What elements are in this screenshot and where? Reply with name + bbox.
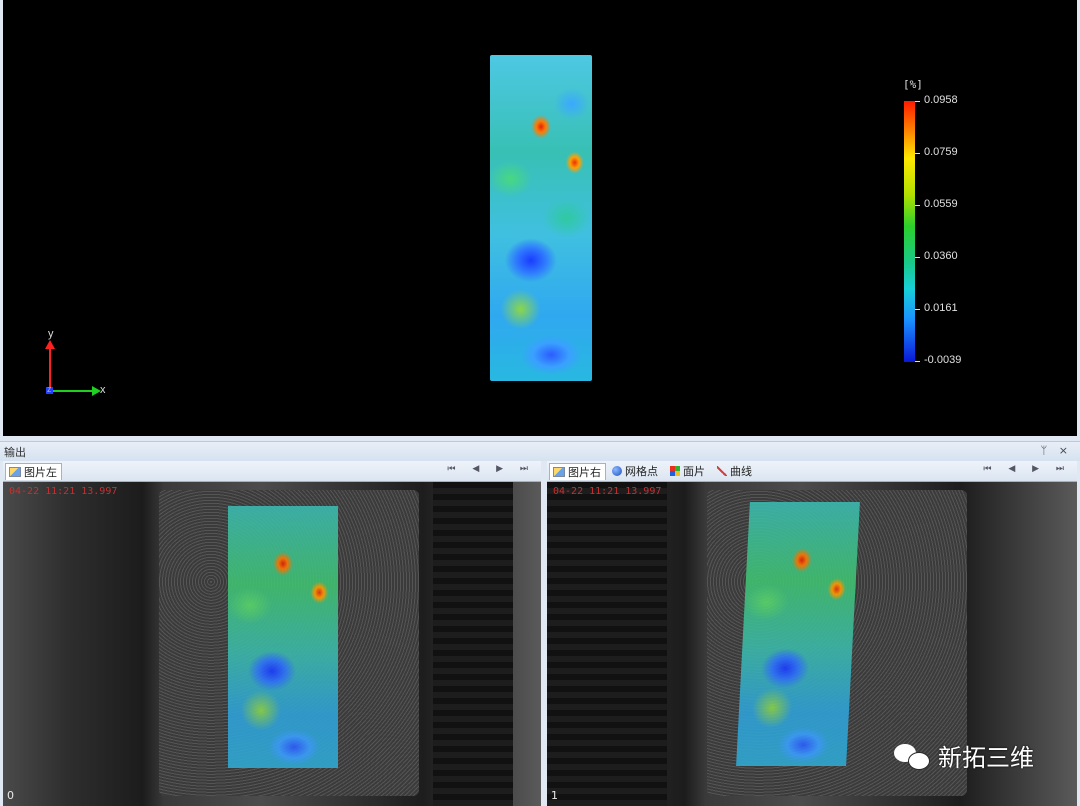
legend-tick bbox=[915, 153, 920, 154]
tab-label: 图片右 bbox=[568, 466, 601, 479]
legend-tick bbox=[915, 257, 920, 258]
frame-navigation[interactable]: ⏮ ◀ ▶ ⏭ bbox=[983, 464, 1071, 474]
output-panel-title: 输出 bbox=[4, 446, 26, 459]
legend-label: 0.0759 bbox=[924, 146, 958, 158]
y-axis-arrowhead bbox=[45, 340, 55, 349]
image-index: 0 bbox=[7, 789, 14, 802]
x-axis-arrow bbox=[50, 390, 94, 392]
curve-icon bbox=[717, 466, 727, 476]
strain-overlay bbox=[736, 502, 860, 766]
test-machine-fixture bbox=[433, 482, 513, 806]
tab-left-image[interactable]: 图片左 bbox=[5, 463, 62, 480]
panel-pin-close-buttons[interactable]: ᛘ × bbox=[1041, 444, 1072, 457]
tab-facets[interactable]: 面片 bbox=[667, 463, 709, 479]
legend-label: 0.0161 bbox=[924, 302, 958, 314]
watermark-text: 新拓三维 bbox=[938, 744, 1034, 772]
legend-unit: [%] bbox=[903, 78, 923, 91]
tab-label: 面片 bbox=[683, 465, 705, 478]
image-icon bbox=[553, 467, 565, 477]
strain-overlay bbox=[228, 506, 338, 768]
y-axis-label: y bbox=[48, 328, 54, 340]
output-panel-header: 输出 ᛘ × bbox=[0, 441, 1080, 461]
tab-label: 网格点 bbox=[625, 465, 658, 478]
left-image-pane: 图片左 ⏮ ◀ ▶ ⏭ 04-22 11:21 13.997 0 bbox=[3, 461, 541, 806]
legend-label: 0.0360 bbox=[924, 250, 958, 262]
legend-tick bbox=[915, 361, 920, 362]
image-icon bbox=[9, 467, 21, 477]
wechat-logo-icon bbox=[892, 740, 932, 772]
image-index: 1 bbox=[551, 789, 558, 802]
legend-tick bbox=[915, 101, 920, 102]
strain-3d-view[interactable]: [%] 0.0958 0.0759 0.0559 0.0360 0.0161 -… bbox=[3, 0, 1077, 436]
legend-tick bbox=[915, 205, 920, 206]
left-tabbar: 图片左 ⏮ ◀ ▶ ⏭ bbox=[3, 461, 541, 482]
tab-label: 图片左 bbox=[24, 466, 57, 479]
image-timestamp: 04-22 11:21 13.997 bbox=[9, 486, 118, 497]
z-axis-label: z bbox=[47, 384, 52, 394]
tab-right-image[interactable]: 图片右 bbox=[549, 463, 606, 480]
tab-curves[interactable]: 曲线 bbox=[714, 463, 756, 479]
legend-label: 0.0559 bbox=[924, 198, 958, 210]
test-machine-fixture bbox=[547, 482, 667, 806]
strain-contour-map[interactable] bbox=[490, 55, 592, 381]
legend-tick bbox=[915, 309, 920, 310]
right-tabbar: 图片右 网格点 面片 曲线 ⏮ ◀ ▶ ⏭ bbox=[547, 461, 1077, 482]
legend-label: 0.0958 bbox=[924, 94, 958, 106]
tab-label: 曲线 bbox=[730, 465, 752, 478]
frame-navigation[interactable]: ⏮ ◀ ▶ ⏭ bbox=[447, 464, 535, 474]
x-axis-label: x bbox=[100, 384, 106, 396]
color-legend-bar bbox=[904, 101, 915, 362]
left-camera-image[interactable]: 04-22 11:21 13.997 0 bbox=[3, 482, 541, 806]
grid-points-icon bbox=[612, 466, 622, 476]
facets-icon bbox=[670, 466, 680, 476]
image-timestamp: 04-22 11:21 13.997 bbox=[553, 486, 662, 497]
tab-grid-points[interactable]: 网格点 bbox=[609, 463, 662, 479]
watermark: 新拓三维 bbox=[892, 738, 1034, 773]
legend-label: -0.0039 bbox=[924, 354, 962, 366]
